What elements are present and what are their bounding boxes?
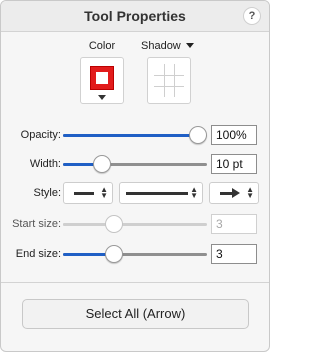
color-label: Color (88, 40, 116, 52)
line-start-style-popup[interactable]: ▲ ▼ (63, 182, 113, 204)
stepper-arrows-icon: ▲ ▼ (100, 185, 108, 200)
slider-knob[interactable] (105, 245, 123, 263)
width-slider[interactable] (63, 154, 207, 174)
stepper-arrows-icon: ▲ ▼ (190, 185, 198, 200)
end-size-field[interactable]: 3 (211, 244, 257, 264)
title-bar: Tool Properties ? (1, 1, 269, 32)
style-label: Style: (33, 187, 61, 199)
end-size-slider[interactable] (63, 244, 207, 264)
select-all-button[interactable]: Select All (Arrow) (22, 299, 249, 329)
line-style-popup[interactable]: ▲ ▼ (119, 182, 203, 204)
divider (1, 282, 269, 283)
start-size-label: Start size: (12, 218, 61, 230)
chevron-down-icon (98, 95, 106, 100)
width-label: Width: (29, 158, 61, 170)
start-size-slider[interactable] (63, 214, 207, 234)
color-well-button[interactable] (80, 57, 124, 104)
line-end-style-popup[interactable]: ▲ ▼ (209, 182, 259, 204)
line-cap-icon (74, 192, 94, 195)
slider-knob[interactable] (93, 155, 111, 173)
shadow-label: Shadow (141, 40, 181, 52)
help-button[interactable]: ? (243, 7, 261, 25)
shadow-grid-button[interactable] (147, 57, 191, 104)
line-solid-icon (126, 192, 188, 195)
arrow-head-icon (232, 188, 240, 198)
grid-icon (154, 64, 184, 97)
opacity-slider[interactable] (63, 125, 207, 145)
tool-properties-panel: Tool Properties ? Color Shadow Opacity: … (0, 0, 270, 352)
slider-fill (63, 134, 198, 137)
color-swatch (90, 66, 114, 90)
end-size-label: End size: (15, 248, 61, 260)
chevron-down-icon (185, 43, 194, 48)
slider-knob[interactable] (189, 126, 207, 144)
stepper-arrows-icon: ▲ ▼ (246, 185, 254, 200)
slider-knob[interactable] (105, 215, 123, 233)
shadow-menu[interactable]: Shadow (141, 40, 194, 52)
panel-title: Tool Properties (84, 8, 186, 24)
width-field[interactable]: 10 pt (211, 154, 257, 174)
start-size-field[interactable]: 3 (211, 214, 257, 234)
opacity-label: Opacity: (20, 129, 61, 141)
opacity-field[interactable]: 100% (211, 125, 257, 145)
